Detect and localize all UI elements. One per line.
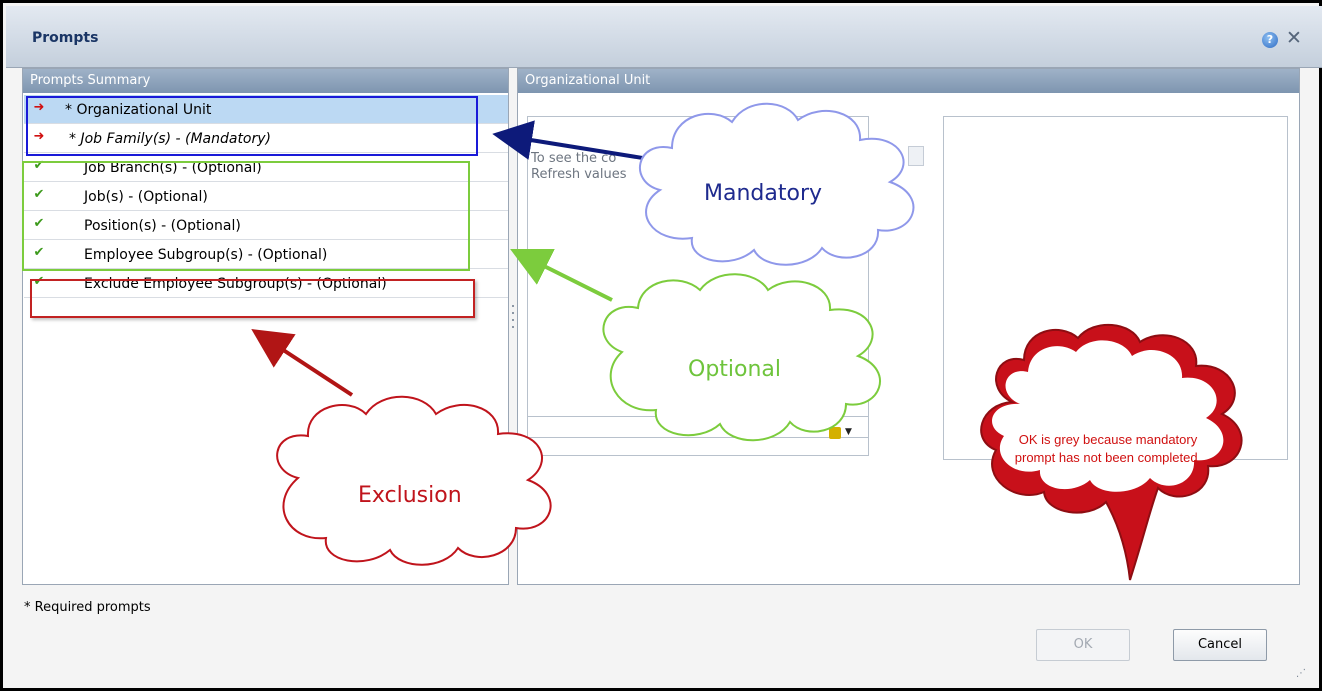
mandatory-highlight-box: [26, 96, 478, 156]
list-hint-text: To see the co Refresh values: [531, 151, 627, 182]
panel-splitter[interactable]: [511, 300, 515, 340]
exclusion-annotation: Exclusion: [358, 483, 462, 508]
organizational-unit-header: Organizational Unit: [518, 69, 1299, 93]
mandatory-annotation: Mandatory: [704, 181, 823, 206]
exclusion-highlight-box: [30, 279, 475, 318]
title-bar: Prompts ? ✕: [6, 6, 1322, 68]
organizational-unit-panel: Organizational Unit To see the co Refres…: [517, 68, 1300, 585]
search-field[interactable]: [527, 416, 869, 438]
help-icon[interactable]: ?: [1262, 32, 1278, 48]
required-prompts-note: * Required prompts: [24, 600, 151, 615]
ok-grey-note: OK is grey because mandatory prompt has …: [1014, 432, 1202, 465]
ok-button[interactable]: OK: [1036, 629, 1130, 661]
dialog-title: Prompts: [32, 30, 99, 46]
resize-grip-icon[interactable]: ⋰: [1296, 668, 1306, 679]
optional-annotation: Optional: [688, 357, 782, 382]
close-icon[interactable]: ✕: [1285, 28, 1303, 48]
chevron-down-icon[interactable]: ▼: [845, 427, 852, 437]
selected-values-list[interactable]: [943, 116, 1288, 460]
optional-highlight-box: [22, 161, 470, 271]
list-scrollbar[interactable]: [908, 146, 924, 166]
cancel-button[interactable]: Cancel: [1173, 629, 1267, 661]
database-icon[interactable]: [829, 427, 841, 439]
prompts-summary-header: Prompts Summary: [23, 69, 508, 93]
